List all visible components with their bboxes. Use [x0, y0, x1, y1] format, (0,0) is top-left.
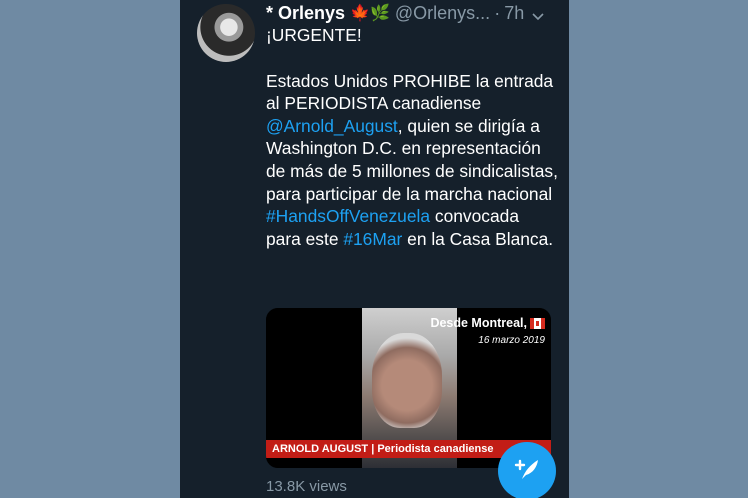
tweet-header: * Orlenys 🍁🌿 @Orlenys... · 7h — [266, 2, 561, 24]
hashtag-link-16mar[interactable]: #16Mar — [343, 229, 402, 249]
tweet-text: ¡URGENTE! Estados Unidos PROHIBE la entr… — [266, 24, 558, 250]
body-text-1: Estados Unidos PROHIBE la entrada al PER… — [266, 70, 554, 114]
video-location-label: Desde Montreal, — [430, 316, 545, 330]
location-text: Desde Montreal, — [430, 316, 527, 330]
compose-tweet-icon — [513, 455, 541, 488]
tweet-screen: * Orlenys 🍁🌿 @Orlenys... · 7h ¡URGENTE! … — [180, 0, 569, 498]
mention-link[interactable]: @Arnold_August — [266, 116, 398, 136]
video-date-label: 16 marzo 2019 — [478, 335, 545, 346]
chevron-down-icon[interactable] — [532, 7, 544, 21]
user-handle[interactable]: @Orlenys... — [395, 3, 490, 24]
separator: · — [494, 2, 501, 23]
video-thumbnail[interactable]: Desde Montreal, 16 marzo 2019 ARNOLD AUG… — [266, 308, 551, 468]
timestamp: 7h — [504, 2, 525, 23]
hashtag-link-handsoffvenezuela[interactable]: #HandsOffVenezuela — [266, 206, 430, 226]
body-text-4: en la Casa Blanca. — [402, 228, 554, 249]
avatar[interactable] — [197, 4, 255, 62]
tweet-heading: ¡URGENTE! — [266, 25, 362, 45]
name-emojis: 🍁🌿 — [350, 5, 390, 22]
display-name[interactable]: * Orlenys — [266, 3, 345, 24]
canada-flag-icon — [530, 317, 545, 329]
view-count: 13.8K views — [266, 478, 347, 495]
compose-tweet-button[interactable] — [498, 442, 556, 498]
speaker-face — [372, 333, 442, 428]
tweet-body: Estados Unidos PROHIBE la entrada al PER… — [266, 70, 558, 251]
